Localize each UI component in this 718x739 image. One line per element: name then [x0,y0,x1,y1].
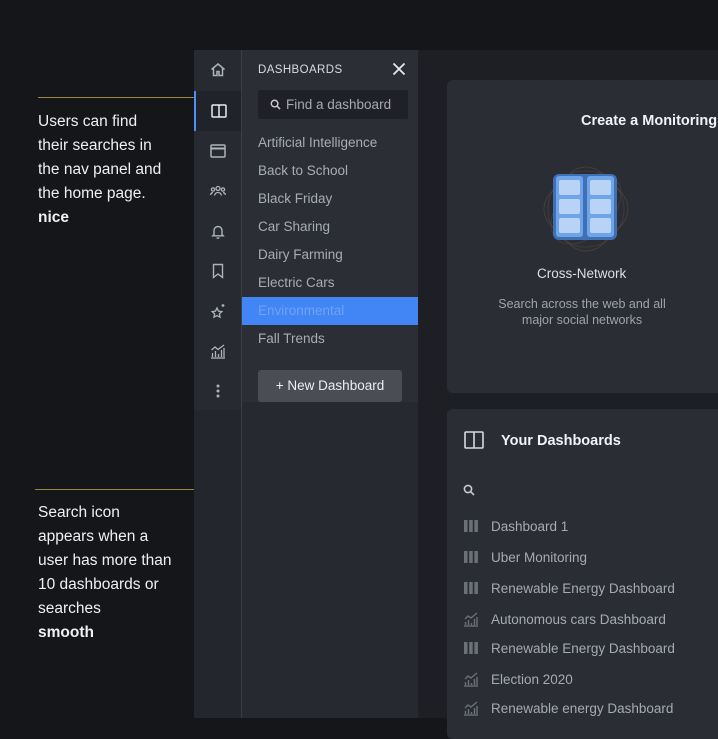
annotation-1-line: the home page. [38,185,146,202]
annotation-2-line: Search icon [38,504,120,521]
your-dashboard-label: Renewable Energy Dashboard [491,580,675,596]
icon-rail [194,50,242,718]
dashboard-search-input[interactable] [286,90,404,119]
annotation-1-line: the nav panel and [38,161,162,178]
your-dashboards-card: Your Dashboards Dashboard 1 Uber Monitor… [447,409,718,739]
analytics-chart-icon [210,344,225,359]
your-dashboard-item[interactable]: Uber Monitoring [463,546,587,568]
annotation-2-line: appears when a [38,528,149,545]
dashboard-list-item[interactable]: Artificial Intelligence [242,129,418,157]
dashboard-list-item-selected[interactable]: Environmental [242,297,418,325]
dashboards-icon [210,104,227,118]
rail-more-button[interactable] [194,371,241,411]
annotation-1-line: Users can find [38,113,138,130]
cross-network-description: Search across the web and all major soci… [498,297,666,327]
new-dashboard-button[interactable]: + New Dashboard [258,370,402,402]
create-monitoring-title: Create a Monitoring [581,113,718,129]
your-dashboard-item[interactable]: Election 2020 [463,668,573,690]
your-dashboard-item[interactable]: Renewable Energy Dashboard [463,637,675,659]
rail-lower-area [194,410,241,718]
rail-home-button[interactable] [194,50,241,90]
dashboard-list-item[interactable]: Electric Cars [242,269,418,297]
your-dashboard-item[interactable]: Dashboard 1 [463,515,568,537]
panel-title: DASHBOARDS [258,64,343,76]
close-icon [392,62,406,76]
dashboard-search-field[interactable] [258,90,408,119]
rail-dashboards-button[interactable] [194,91,241,131]
annotation-1-line: their searches in [38,137,152,154]
dashboard-list-item[interactable]: Back to School [242,157,418,185]
browser-window-icon [209,144,226,158]
columns-icon [464,582,478,594]
rail-analytics-button[interactable] [194,331,241,371]
analytics-icon [464,701,478,716]
columns-icon [464,520,478,532]
your-dashboard-label: Dashboard 1 [491,518,569,534]
dashboard-list-item[interactable]: Fall Trends [242,325,418,353]
your-dashboard-label: Renewable energy Dashboard [491,700,674,716]
dashboard-list-item[interactable]: Car Sharing [242,213,418,241]
your-dashboard-item[interactable]: Renewable Energy Dashboard [463,577,675,599]
bell-icon [210,225,225,239]
sparkle-star-icon [210,304,224,319]
app-window: DASHBOARDS Artificial Intelligence Back … [194,50,718,739]
bookmark-icon [212,263,223,279]
your-dashboards-title: Your Dashboards [501,433,621,449]
rail-insights-button[interactable] [194,291,241,331]
create-monitoring-card: Create a Monitoring Cross-Network Search… [447,80,718,393]
analytics-icon [464,672,478,687]
annotation-note-2: Search icon appears when a user has more… [38,501,188,645]
more-vertical-icon [216,384,219,398]
rail-alerts-button[interactable] [194,211,241,251]
dashboard-list-item[interactable]: Black Friday [242,185,418,213]
dashboard-list-item[interactable]: Dairy Farming [242,241,418,269]
home-icon [210,63,225,77]
annotation-1-verdict: nice [38,209,70,226]
your-dashboard-label: Uber Monitoring [491,549,588,565]
rail-browser-button[interactable] [194,131,241,171]
analytics-icon [464,612,478,627]
rail-users-button[interactable] [194,171,241,211]
cross-network-name[interactable]: Cross-Network [537,266,626,281]
users-group-icon [209,185,226,196]
columns-icon [464,551,478,563]
rail-bookmarks-button[interactable] [194,251,241,291]
dashboards-icon [464,431,484,449]
your-dashboard-label: Election 2020 [491,671,573,687]
close-panel-button[interactable] [390,60,408,78]
annotation-2-line: searches [38,600,101,617]
your-dashboard-item[interactable]: Renewable energy Dashboard [463,697,673,719]
your-dashboard-label: Renewable Energy Dashboard [491,640,675,656]
your-dashboard-label: Autonomous cars Dashboard [491,611,666,627]
search-icon[interactable] [463,484,475,496]
your-dashboard-item[interactable]: Autonomous cars Dashboard [463,608,666,630]
columns-icon [464,642,478,654]
annotation-note-1: Users can find their searches in the nav… [38,110,188,230]
search-icon [270,99,281,110]
cross-network-icon[interactable] [539,162,633,256]
annotation-2-line: 10 dashboards or [38,576,159,593]
annotation-2-line: user has more than [38,552,172,569]
annotation-2-verdict: smooth [38,624,94,641]
dashboards-panel: DASHBOARDS Artificial Intelligence Back … [242,50,418,718]
